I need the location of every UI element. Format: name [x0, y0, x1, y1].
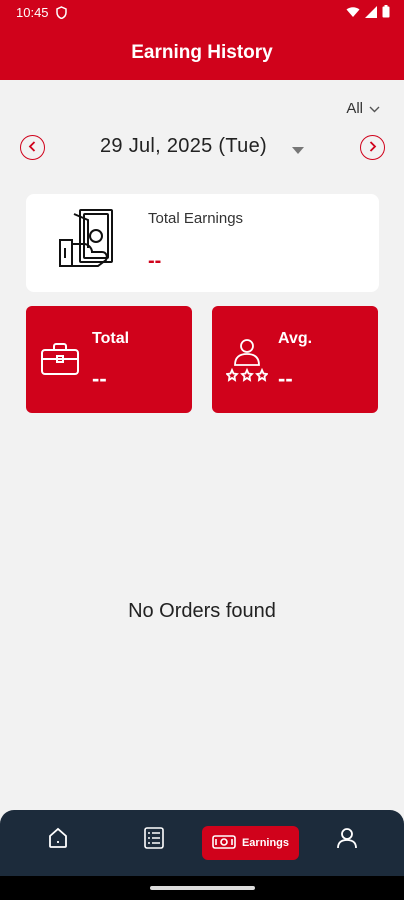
cash-icon	[212, 834, 236, 852]
filter-dropdown[interactable]: All	[346, 100, 380, 117]
wifi-icon	[346, 5, 360, 23]
shield-icon	[56, 6, 67, 24]
home-icon	[47, 827, 69, 854]
date-navigator: 29 Jul, 2025 (Tue)	[0, 130, 404, 164]
home-indicator[interactable]	[150, 886, 255, 890]
total-earnings-value: --	[148, 250, 162, 272]
caret-down-icon[interactable]	[292, 142, 304, 160]
chevron-left-icon	[28, 139, 37, 157]
app-bar: Earning History	[0, 26, 404, 80]
nav-home[interactable]	[46, 827, 70, 854]
prev-date-button[interactable]	[20, 135, 45, 160]
nav-earnings-label: Earnings	[241, 837, 290, 849]
nav-profile[interactable]	[335, 827, 359, 854]
total-stat-label: Total	[92, 330, 130, 347]
list-icon	[143, 826, 165, 855]
status-bar: 10:45	[0, 0, 404, 26]
user-icon	[336, 827, 358, 854]
rating-person-icon	[225, 338, 269, 387]
next-date-button[interactable]	[360, 135, 385, 160]
chevron-down-icon	[369, 100, 380, 117]
avg-stat-value: --	[278, 366, 293, 391]
system-icons	[346, 5, 390, 23]
cash-hand-icon	[58, 208, 116, 273]
nav-orders[interactable]	[142, 826, 166, 855]
briefcase-icon	[40, 342, 80, 381]
chevron-right-icon	[368, 139, 377, 157]
total-stat-value: --	[92, 366, 107, 391]
date-label[interactable]: 29 Jul, 2025 (Tue)	[100, 135, 267, 158]
battery-icon	[382, 5, 390, 23]
total-stat-card: Total --	[26, 306, 192, 413]
signal-icon	[365, 5, 377, 23]
filter-value: All	[346, 100, 363, 117]
empty-state-message: No Orders found	[128, 600, 276, 622]
nav-earnings[interactable]: Earnings	[202, 826, 299, 860]
avg-stat-card: Avg. --	[212, 306, 378, 413]
total-earnings-label: Total Earnings	[148, 210, 244, 227]
avg-stat-label: Avg.	[278, 330, 313, 347]
page-title: Earning History	[131, 42, 273, 63]
gesture-bar	[0, 876, 404, 900]
status-time: 10:45	[16, 5, 49, 20]
bottom-nav: Earnings	[0, 810, 404, 876]
total-earnings-card: Total Earnings --	[26, 194, 379, 292]
